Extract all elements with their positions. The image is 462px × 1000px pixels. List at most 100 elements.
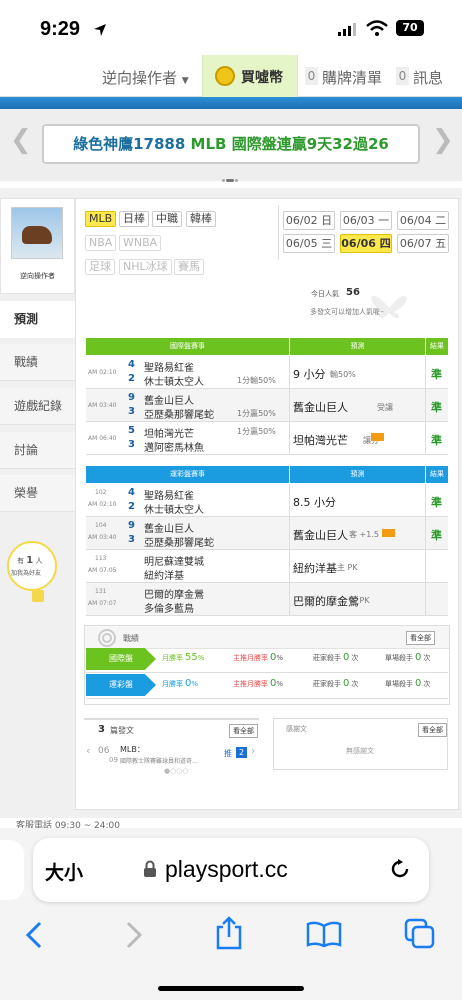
post-tag: 推 xyxy=(224,749,232,758)
line-result: 1分贏50% xyxy=(237,409,276,418)
banner-mlb: MLB xyxy=(190,135,227,153)
score-home: 2 xyxy=(128,501,135,512)
game-time: AM 03:40 xyxy=(88,402,117,409)
game-time: AM 07:07 xyxy=(88,600,117,607)
team-away: 明尼蘇達雙城 xyxy=(144,557,204,568)
horse-icon xyxy=(22,226,52,244)
carousel-prev-icon[interactable]: ❮ xyxy=(10,125,32,155)
tab-discussion[interactable]: 討論 xyxy=(0,432,75,469)
thanks-view-all[interactable]: 看全部 xyxy=(418,723,447,737)
tag-nhl[interactable]: NHL冰球 xyxy=(119,259,172,275)
buy-coin-button[interactable]: 買噓幣 xyxy=(202,55,298,97)
date-0603[interactable]: 06/03 一 xyxy=(340,211,392,230)
table-row[interactable] xyxy=(86,550,448,583)
tab-prediction[interactable]: 預測 xyxy=(0,301,80,338)
message-count: 0 xyxy=(396,67,409,85)
posts-next-icon[interactable]: › xyxy=(251,744,255,757)
text-size-button[interactable]: 大小 xyxy=(45,858,83,885)
single-unit: 次 xyxy=(423,654,431,662)
tag-soccer[interactable]: 足球 xyxy=(85,259,115,275)
record-view-all[interactable]: 看全部 xyxy=(406,631,435,645)
prediction-sub: 輸50% xyxy=(330,370,356,379)
score-away: 4 xyxy=(128,359,135,370)
lottery-header-pred: 預測 xyxy=(290,466,425,483)
lottery-header-games: 運彩盤賽事 xyxy=(86,466,289,483)
team-home: 紐約洋基 xyxy=(144,571,184,582)
address-bar[interactable]: 大小 playsport.cc xyxy=(33,838,429,902)
posts-view-all[interactable]: 看全部 xyxy=(229,724,258,738)
prediction: 舊金山巨人 xyxy=(293,529,348,542)
user-dropdown-label: 逆向操作者 xyxy=(102,69,178,87)
friend-count: 1 xyxy=(26,555,34,566)
banner-rest: 國際盤連贏9天32過26 xyxy=(231,135,389,153)
share-icon[interactable] xyxy=(214,916,244,950)
team-home: 多倫多藍鳥 xyxy=(144,604,194,615)
thanks-empty: 無感謝文 xyxy=(346,747,374,755)
posts-prev-icon[interactable]: ‹ xyxy=(86,744,90,757)
score-away: 4 xyxy=(128,487,135,498)
game-time: AM 07:05 xyxy=(88,567,117,574)
thanks-box: 感謝文 看全部 無感謝文 xyxy=(273,718,448,770)
coin-icon xyxy=(215,66,235,86)
posts-dots: ●○○○ xyxy=(164,767,189,775)
score-away: 9 xyxy=(128,392,135,403)
tag-mlb[interactable]: MLB xyxy=(85,211,117,227)
date-0602[interactable]: 06/02 日 xyxy=(283,211,335,230)
tag-nba[interactable]: NBA xyxy=(85,235,117,251)
game-id: 102 xyxy=(95,489,107,496)
user-dropdown[interactable]: 逆向操作者 ▼ xyxy=(102,67,189,88)
team-away: 聖路易紅雀 xyxy=(144,363,194,374)
game-id: 113 xyxy=(95,555,107,562)
post-body[interactable]: 國際教士隊賽雖球員和道奇… xyxy=(120,756,218,765)
team-home: 亞歷桑那響尾蛇 xyxy=(144,538,214,549)
tag-kbo[interactable]: 韓棒 xyxy=(186,211,216,227)
team-away: 巴爾的摩金鶯 xyxy=(144,590,204,601)
tab-honor[interactable]: 榮譽 xyxy=(0,475,75,512)
tab-peek[interactable] xyxy=(0,840,24,900)
tab-record[interactable]: 戰績 xyxy=(0,344,75,381)
banner-headline[interactable]: 綠色神鷹17888 MLB 國際盤連贏9天32過26 xyxy=(42,124,420,164)
battery-level: 70 xyxy=(402,21,418,34)
divider xyxy=(86,672,448,673)
forward-icon[interactable] xyxy=(122,920,146,950)
avatar-card[interactable]: 逆向操作者 xyxy=(0,198,75,294)
single-label: 單場殺手 xyxy=(385,654,413,662)
reload-icon[interactable] xyxy=(389,858,411,880)
tabs-icon[interactable] xyxy=(404,918,436,950)
date-0606[interactable]: 06/06 四 xyxy=(340,234,392,253)
lock-icon xyxy=(144,860,156,877)
game-time: AM 02:10 xyxy=(88,369,117,376)
game-time: AM 06:40 xyxy=(88,435,117,442)
tab-game-history[interactable]: 遊戲紀錄 xyxy=(0,388,75,425)
dealer-value: 0 xyxy=(343,652,350,663)
date-0605[interactable]: 06/05 三 xyxy=(283,234,335,253)
tag-horse[interactable]: 賽馬 xyxy=(174,259,204,275)
post-day: 09 xyxy=(109,756,118,764)
record-lottery-label: 運彩盤 xyxy=(86,674,156,696)
score-away: 5 xyxy=(128,425,135,436)
url-text[interactable]: playsport.cc xyxy=(165,856,288,883)
tag-wnba[interactable]: WNBA xyxy=(119,235,162,251)
post-title[interactable]: MLB： xyxy=(120,744,145,755)
back-icon[interactable] xyxy=(22,920,46,950)
tag-npb[interactable]: 日棒 xyxy=(119,211,149,227)
score-home: 3 xyxy=(128,439,135,450)
friend-bulb[interactable]: 有 1 人 加我為好友 xyxy=(7,541,57,591)
record-title: 戰績 xyxy=(123,634,139,643)
table-row[interactable] xyxy=(86,583,448,616)
bookmarks-icon[interactable] xyxy=(306,920,342,948)
team-home: 亞歷桑那響尾蛇 xyxy=(144,410,214,421)
status-bar: 9:29 70 xyxy=(0,0,462,52)
profile-sidebar: 逆向操作者 預測 戰績 遊戲紀錄 討論 榮譽 有 1 人 加我為好友 xyxy=(0,198,80,618)
carousel-next-icon[interactable]: ❯ xyxy=(432,125,454,155)
record-intl-label: 國際盤 xyxy=(86,648,156,670)
date-0607[interactable]: 06/07 五 xyxy=(397,234,449,253)
date-0604[interactable]: 06/04 二 xyxy=(397,211,449,230)
record-dealer-killer: 莊家殺手 0 次 xyxy=(313,652,358,663)
dealer-value: 0 xyxy=(343,678,350,689)
table-row[interactable] xyxy=(86,484,448,517)
prediction: 紐約洋基 xyxy=(293,562,337,575)
team-home: 休士頓太空人 xyxy=(144,505,204,516)
tag-cpbl[interactable]: 中職 xyxy=(152,211,182,227)
posts-label: 篇發文 xyxy=(110,726,134,735)
